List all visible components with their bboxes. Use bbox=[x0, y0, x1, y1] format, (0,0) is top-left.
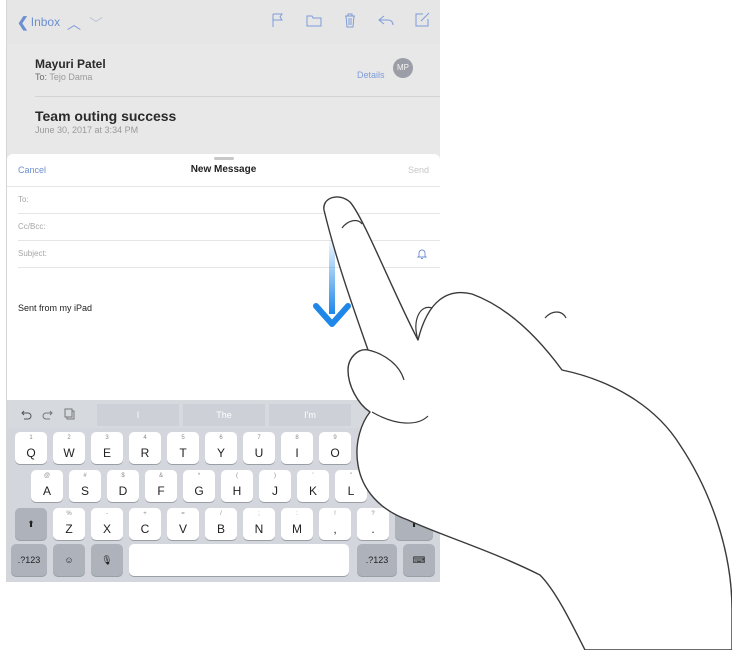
key-n[interactable]: ; N bbox=[243, 508, 275, 540]
emoji-icon: ☺ bbox=[64, 555, 74, 565]
recipient-line: To: Tejo Dama bbox=[35, 72, 92, 82]
compose-icon[interactable] bbox=[414, 12, 430, 28]
hand-illustration bbox=[323, 196, 732, 650]
send-button[interactable]: Send bbox=[408, 165, 429, 175]
email-date: June 30, 2017 at 3:34 PM bbox=[35, 125, 139, 135]
reply-icon[interactable] bbox=[378, 12, 394, 28]
key-z[interactable]: % Z bbox=[53, 508, 85, 540]
key-b[interactable]: / B bbox=[205, 508, 237, 540]
email-subject: Team outing success bbox=[35, 108, 177, 124]
key-u[interactable]: 7U bbox=[243, 432, 275, 464]
key-h[interactable]: (H bbox=[221, 470, 253, 502]
dictation-key[interactable]: 🎙 bbox=[91, 544, 123, 576]
details-link[interactable]: Details bbox=[357, 70, 385, 80]
suggestion-1[interactable]: I bbox=[97, 404, 179, 426]
compose-title: New Message bbox=[190, 164, 257, 175]
key-a[interactable]: @ A bbox=[31, 470, 63, 502]
key-q[interactable]: 1Q bbox=[15, 432, 47, 464]
trash-icon[interactable] bbox=[342, 12, 358, 28]
to-field-label: To: bbox=[18, 195, 29, 204]
key-x[interactable]: -X bbox=[91, 508, 123, 540]
chevron-left-icon: ❮ bbox=[17, 14, 29, 30]
mail-navigation-bar: ❮ Inbox ︿ ﹀ bbox=[7, 0, 440, 44]
sender-name: Mayuri Patel bbox=[35, 57, 106, 71]
message-body[interactable]: Sent from my iPad bbox=[18, 303, 92, 313]
key-v[interactable]: = V bbox=[167, 508, 199, 540]
paste-icon[interactable] bbox=[64, 408, 76, 420]
inbox-label: Inbox bbox=[30, 15, 61, 29]
key-j[interactable]: ) J bbox=[259, 470, 291, 502]
ccbcc-field-label: Cc/Bcc: bbox=[18, 222, 46, 231]
subject-field-label: Subject: bbox=[18, 249, 47, 258]
avatar: MP bbox=[393, 58, 413, 78]
key-y[interactable]: 6Y bbox=[205, 432, 237, 464]
undo-icon[interactable] bbox=[20, 408, 32, 420]
redo-icon[interactable] bbox=[42, 408, 54, 420]
key-r[interactable]: 4R bbox=[129, 432, 161, 464]
key-g[interactable]: * G bbox=[183, 470, 215, 502]
key-w[interactable]: 2W bbox=[53, 432, 85, 464]
key-d[interactable]: $ D bbox=[107, 470, 139, 502]
key-c[interactable]: + C bbox=[129, 508, 161, 540]
numbers-key-left[interactable]: .?123 bbox=[11, 544, 47, 576]
key-s[interactable]: # S bbox=[69, 470, 101, 502]
suggestion-2[interactable]: The bbox=[183, 404, 265, 426]
next-message-icon[interactable]: ﹀ bbox=[89, 14, 103, 34]
emoji-key[interactable]: ☺ bbox=[53, 544, 85, 576]
key-t[interactable]: 5T bbox=[167, 432, 199, 464]
to-prefix: To: bbox=[35, 72, 48, 82]
key-f[interactable]: & F bbox=[145, 470, 177, 502]
header-divider bbox=[35, 96, 440, 97]
inbox-back-button[interactable]: ❮ Inbox bbox=[17, 15, 60, 29]
microphone-icon: 🎙 bbox=[101, 555, 113, 565]
previous-message-icon[interactable]: ︿ bbox=[67, 14, 81, 34]
shift-key-left[interactable]: ⬆ bbox=[15, 508, 47, 540]
folder-icon[interactable] bbox=[306, 12, 322, 28]
flag-icon[interactable] bbox=[270, 12, 286, 28]
compose-header: Cancel New Message Send bbox=[7, 154, 440, 187]
recipient-name: Tejo Dama bbox=[49, 72, 93, 82]
key-e[interactable]: 3E bbox=[91, 432, 123, 464]
